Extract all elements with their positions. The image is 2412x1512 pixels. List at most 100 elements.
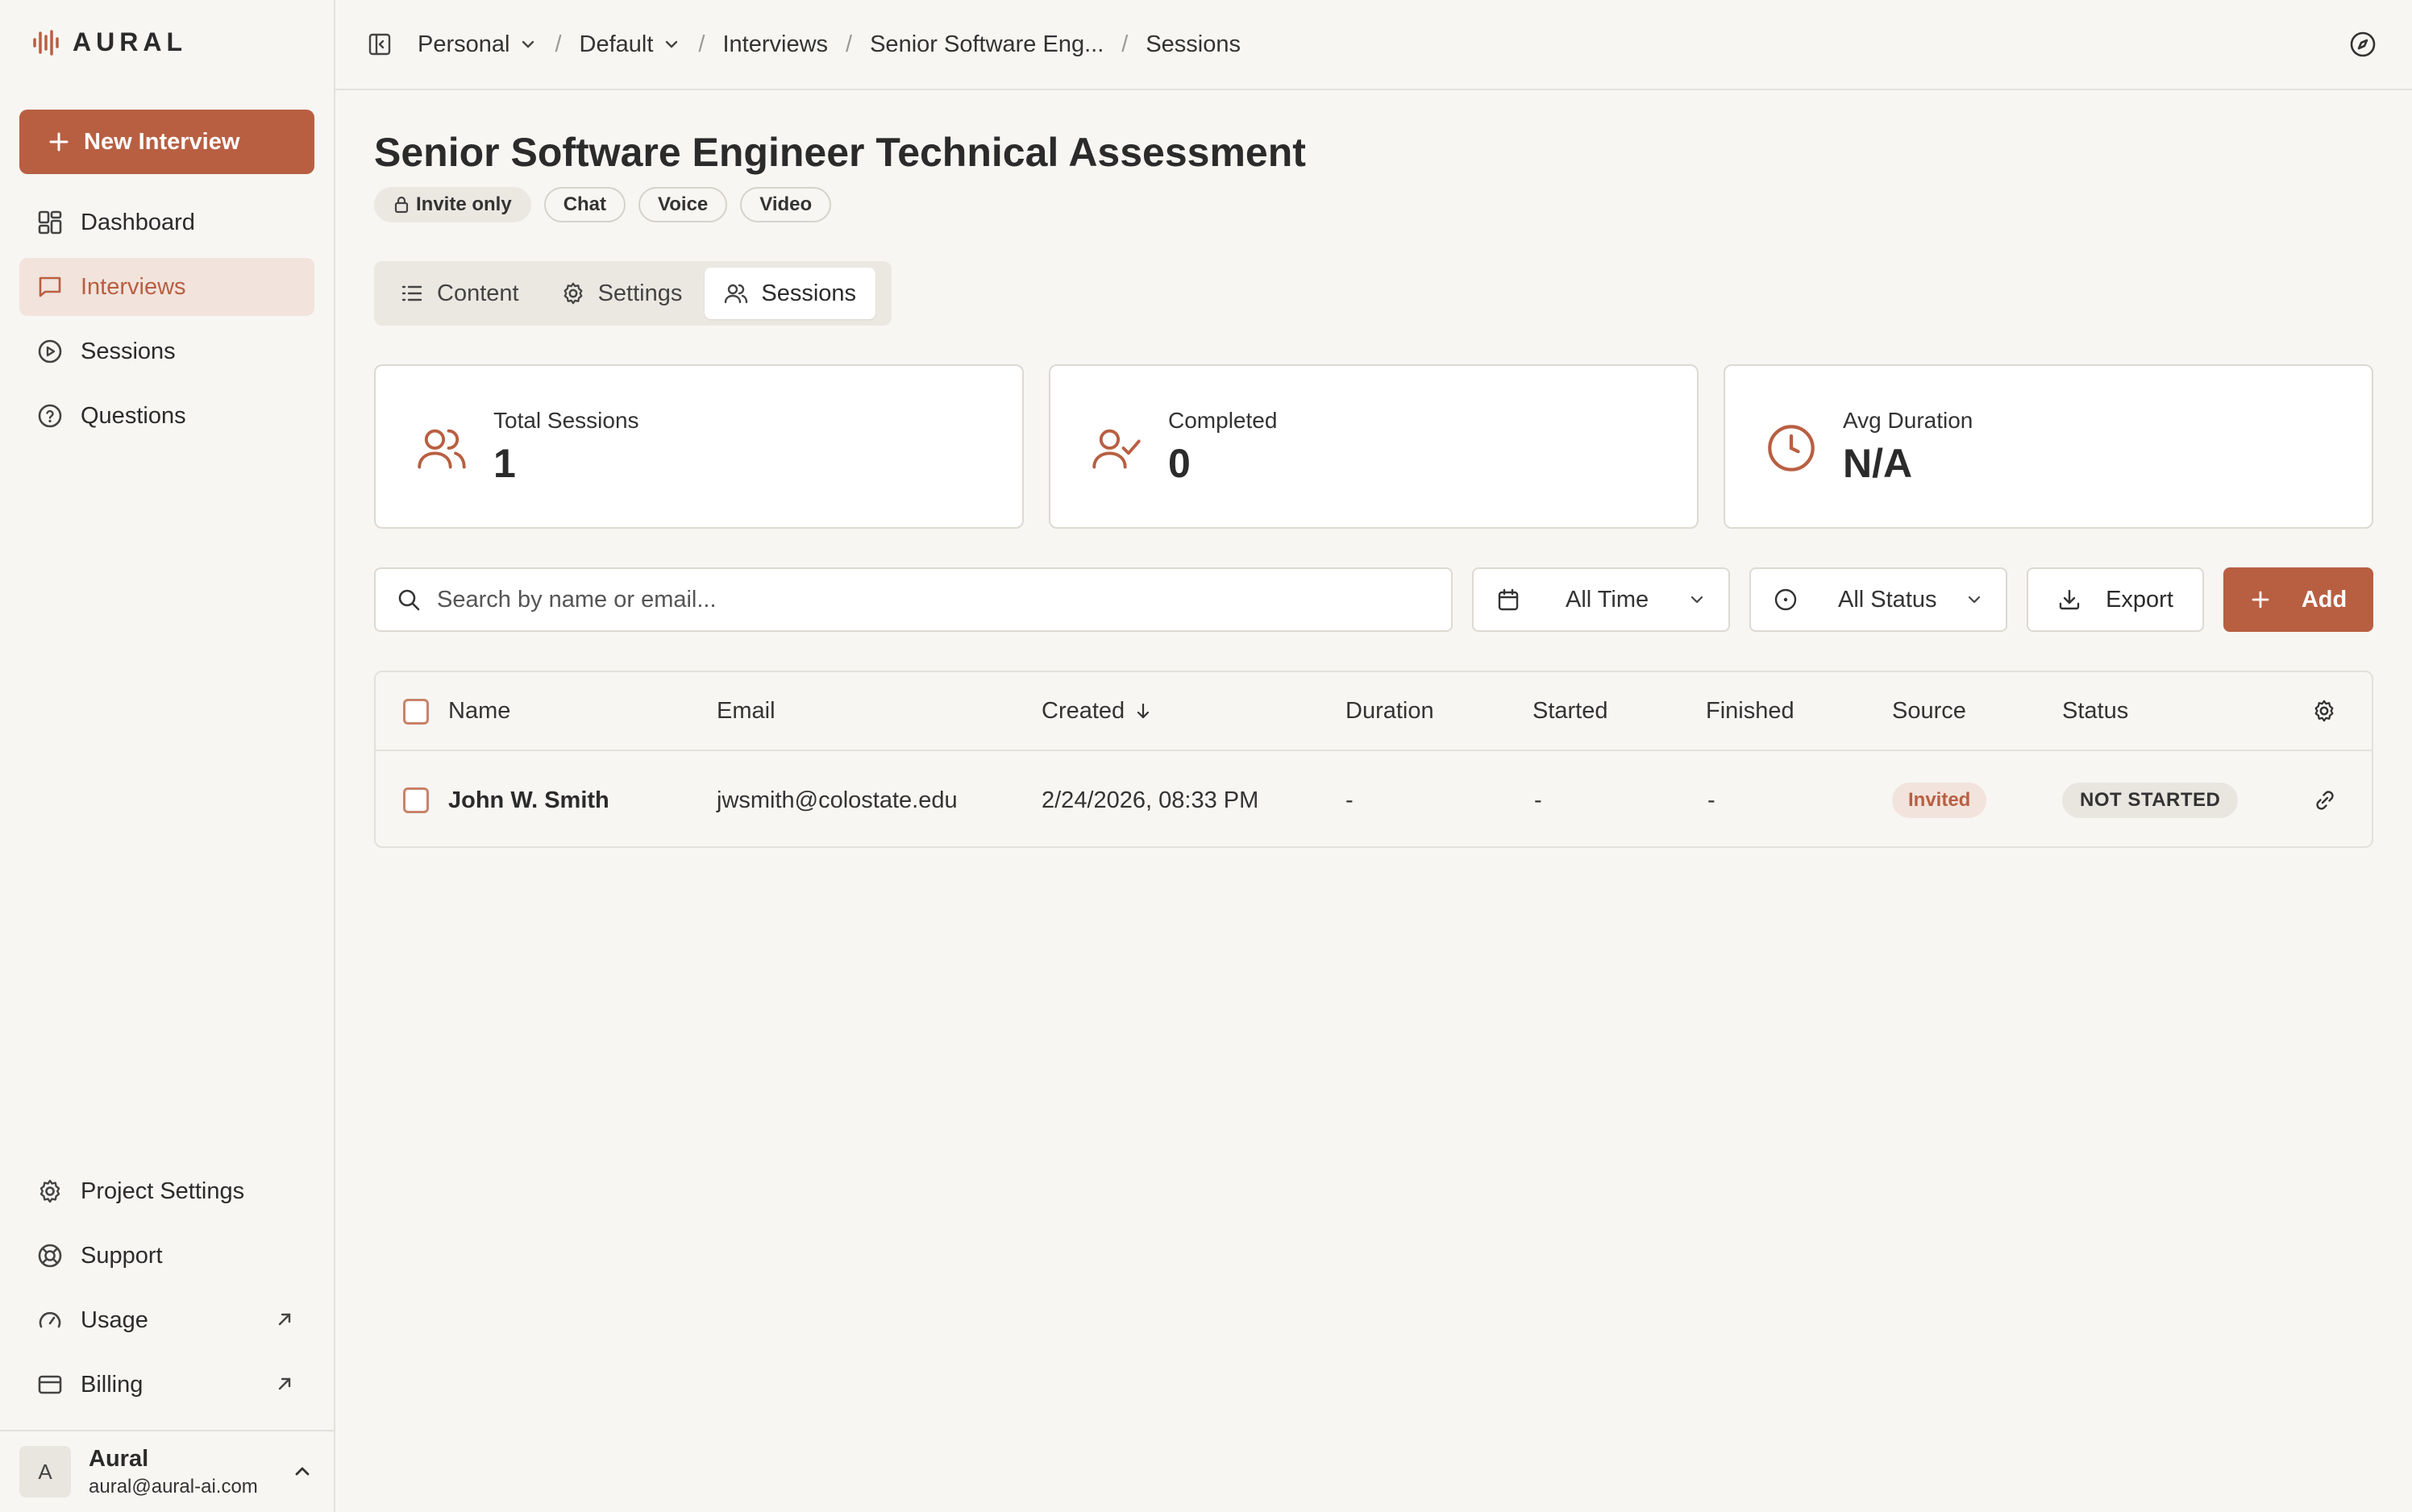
breadcrumb-workspace-label: Personal: [418, 31, 510, 57]
column-header-name[interactable]: Name: [448, 672, 510, 750]
chevron-down-icon: [522, 40, 534, 48]
status-filter-select[interactable]: All Status: [1749, 567, 2007, 632]
tag-label: Voice: [658, 193, 709, 215]
tag-label: Invite only: [416, 193, 512, 215]
table-header: Name Email Created Duration Started Fini…: [376, 672, 2372, 751]
gear-icon: [563, 282, 583, 305]
plus-icon: [2252, 591, 2269, 609]
tag-label: Chat: [563, 193, 607, 215]
time-filter-value: All Time: [1566, 586, 1649, 613]
sidebar-item-usage[interactable]: Usage: [19, 1291, 314, 1349]
breadcrumb-project[interactable]: Default: [580, 31, 681, 58]
copy-link-button[interactable]: [2312, 751, 2338, 846]
list-icon: [401, 285, 422, 301]
sidebar-item-label: Billing: [81, 1371, 143, 1398]
sidebar-item-project-settings[interactable]: Project Settings: [19, 1162, 314, 1220]
sidebar-item-label: Dashboard: [81, 209, 195, 235]
time-filter-select[interactable]: All Time: [1472, 567, 1730, 632]
sidebar-item-support[interactable]: Support: [19, 1227, 314, 1285]
tab-content[interactable]: Content: [381, 268, 539, 319]
gear-icon: [2314, 700, 2334, 722]
sidebar-item-label: Interviews: [81, 273, 186, 300]
chevron-down-icon: [1968, 596, 1981, 604]
message-square-icon: [39, 276, 61, 297]
logo-text: AURAL: [73, 27, 187, 56]
add-session-button[interactable]: Add: [2223, 567, 2373, 632]
help-circle-icon: [38, 404, 62, 428]
compass-icon[interactable]: [2349, 31, 2377, 58]
breadcrumb-interview[interactable]: Senior Software Eng...: [870, 31, 1104, 58]
interview-tabs: Content Settings Sessions: [374, 261, 892, 326]
sidebar: AURAL New Interview Dashboard Interviews…: [0, 0, 335, 1512]
breadcrumb-interviews[interactable]: Interviews: [722, 31, 828, 58]
column-header-status[interactable]: Status: [2062, 672, 2128, 750]
gauge-icon: [39, 1311, 61, 1328]
avatar: A: [19, 1446, 71, 1497]
cell-name: John W. Smith: [448, 787, 609, 813]
logo[interactable]: AURAL: [32, 27, 187, 57]
column-header-email[interactable]: Email: [717, 672, 776, 750]
dashboard-icon: [38, 210, 62, 235]
plus-icon: [49, 132, 69, 152]
sidebar-item-label: Sessions: [81, 338, 176, 364]
column-header-source[interactable]: Source: [1892, 672, 1966, 750]
tab-label: Content: [437, 280, 519, 306]
column-header-finished[interactable]: Finished: [1706, 672, 1794, 750]
clock-icon: [1768, 425, 1815, 471]
cell-created: 2/24/2026, 08:33 PM: [1042, 787, 1259, 813]
user-check-icon: [1092, 429, 1141, 469]
stat-card-completed: Completed 0: [1049, 364, 1699, 529]
column-header-started[interactable]: Started: [1532, 672, 1608, 750]
calendar-icon: [1498, 588, 1519, 611]
row-checkbox[interactable]: [403, 787, 429, 813]
tab-settings[interactable]: Settings: [542, 268, 702, 319]
sidebar-item-interviews[interactable]: Interviews: [19, 258, 314, 316]
tab-sessions[interactable]: Sessions: [705, 268, 876, 319]
add-label: Add: [2301, 586, 2348, 613]
select-all-checkbox[interactable]: [403, 699, 429, 725]
tab-label: Sessions: [761, 280, 857, 306]
audio-wave-icon: [33, 29, 59, 56]
external-link-icon: [278, 1377, 291, 1390]
sidebar-item-dashboard[interactable]: Dashboard: [19, 193, 314, 251]
cell-email: jwsmith@colostate.edu: [717, 787, 958, 813]
column-header-created-label: Created: [1042, 697, 1125, 724]
cell-status: NOT STARTED: [2062, 751, 2239, 846]
search-icon: [398, 589, 420, 611]
new-interview-button[interactable]: New Interview: [19, 110, 314, 174]
user-name: Aural: [89, 1445, 149, 1472]
stat-label: Total Sessions: [493, 408, 639, 433]
export-button[interactable]: Export: [2027, 567, 2204, 632]
column-header-duration[interactable]: Duration: [1345, 672, 1434, 750]
breadcrumb-separator: /: [555, 31, 562, 57]
breadcrumb-current: Sessions: [1146, 31, 1241, 57]
credit-card-icon: [38, 1375, 62, 1394]
source-badge: Invited: [1892, 783, 1987, 818]
sidebar-item-billing[interactable]: Billing: [19, 1356, 314, 1414]
user-menu[interactable]: A Aural aural@aural-ai.com: [0, 1430, 335, 1512]
sidebar-item-label: Support: [81, 1242, 163, 1269]
column-header-created[interactable]: Created: [1042, 672, 1152, 750]
sidebar-item-questions[interactable]: Questions: [19, 387, 314, 445]
users-icon: [418, 429, 466, 469]
sidebar-item-sessions[interactable]: Sessions: [19, 322, 314, 380]
column-settings[interactable]: [2312, 672, 2336, 750]
sidebar-toggle-icon[interactable]: [368, 32, 392, 56]
search-box: [374, 567, 1453, 632]
search-input[interactable]: [437, 586, 1404, 613]
stat-value: N/A: [1843, 441, 1913, 486]
tag-label: Video: [759, 193, 813, 215]
stat-label: Completed: [1168, 408, 1278, 433]
users-icon: [725, 284, 748, 304]
stat-value: 0: [1168, 441, 1191, 486]
download-icon: [2059, 589, 2080, 610]
play-circle-icon: [38, 339, 62, 363]
tab-label: Settings: [597, 280, 683, 306]
breadcrumb-separator: /: [846, 31, 853, 57]
link-icon: [2316, 791, 2334, 810]
table-row[interactable]: John W. Smith jwsmith@colostate.edu 2/24…: [376, 751, 2372, 846]
sidebar-item-label: Usage: [81, 1306, 148, 1333]
breadcrumb-workspace[interactable]: Personal: [418, 31, 537, 58]
breadcrumb-separator: /: [1121, 31, 1129, 57]
breadcrumb-separator: /: [698, 31, 705, 57]
